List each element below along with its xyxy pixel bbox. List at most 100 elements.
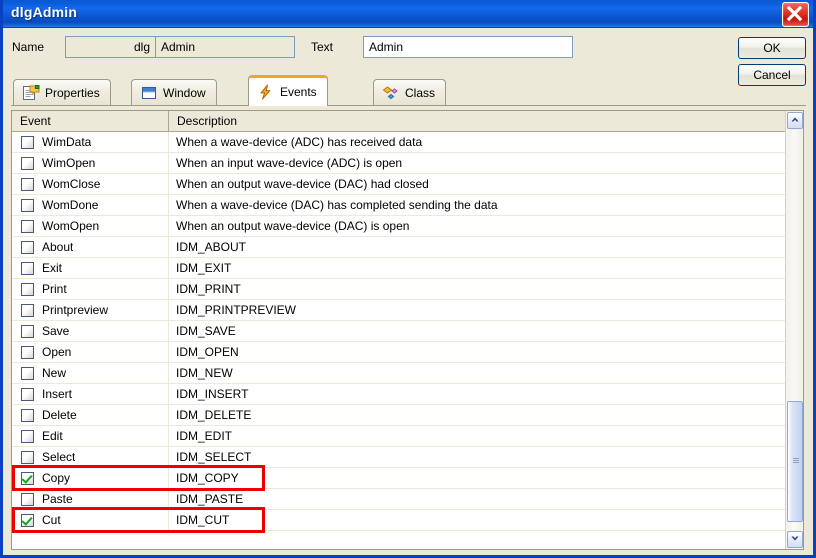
table-row[interactable]: WomDone When a wave-device (DAC) has comp… bbox=[12, 195, 785, 216]
ok-button[interactable]: OK bbox=[738, 37, 806, 59]
tab-window[interactable]: Window bbox=[131, 79, 217, 106]
checkbox-checked[interactable] bbox=[21, 513, 34, 527]
cell-event: WimOpen bbox=[12, 153, 169, 173]
list-column-headers: Event Description bbox=[12, 111, 785, 132]
name-field-group[interactable]: dlg Admin bbox=[65, 36, 295, 58]
cell-event: Cut bbox=[12, 510, 169, 530]
checkbox-unchecked[interactable] bbox=[21, 492, 34, 506]
table-row[interactable]: Exit IDM_EXIT bbox=[12, 258, 785, 279]
event-name-label: Printpreview bbox=[42, 303, 109, 317]
tab-properties[interactable]: Properties bbox=[13, 79, 111, 106]
event-name-label: New bbox=[42, 366, 67, 380]
event-name-label: WomOpen bbox=[42, 219, 100, 233]
table-row[interactable]: Delete IDM_DELETE bbox=[12, 405, 785, 426]
table-row[interactable]: Open IDM_OPEN bbox=[12, 342, 785, 363]
text-input[interactable]: Admin bbox=[363, 36, 573, 58]
cell-event: New bbox=[12, 363, 169, 383]
event-name-label: Save bbox=[42, 324, 70, 338]
table-row[interactable]: WimOpen When an input wave-device (ADC) i… bbox=[12, 153, 785, 174]
column-header-description[interactable]: Description bbox=[169, 111, 785, 131]
close-button[interactable] bbox=[782, 2, 809, 27]
table-row[interactable]: Edit IDM_EDIT bbox=[12, 426, 785, 447]
checkbox-unchecked[interactable] bbox=[21, 156, 34, 170]
checkbox-unchecked[interactable] bbox=[21, 387, 34, 401]
event-name-label: Edit bbox=[42, 429, 63, 443]
window-title: dlgAdmin bbox=[11, 4, 78, 20]
event-name-label: Paste bbox=[42, 492, 73, 506]
cell-description: When a wave-device (ADC) has received da… bbox=[176, 135, 423, 149]
event-name-label: Exit bbox=[42, 261, 63, 275]
checkbox-unchecked[interactable] bbox=[21, 429, 34, 443]
checkbox-checked[interactable] bbox=[21, 471, 34, 485]
checkbox-unchecked[interactable] bbox=[21, 345, 34, 359]
event-name-label: About bbox=[42, 240, 74, 254]
chevron-up-icon bbox=[791, 117, 799, 122]
table-row[interactable]: WomClose When an output wave-device (DAC)… bbox=[12, 174, 785, 195]
name-prefix-field[interactable]: dlg bbox=[66, 37, 156, 57]
name-input[interactable]: Admin bbox=[156, 37, 294, 57]
checkbox-unchecked[interactable] bbox=[21, 198, 34, 212]
cell-description: IDM_PRINT bbox=[176, 282, 241, 296]
table-row[interactable]: Print IDM_PRINT bbox=[12, 279, 785, 300]
cell-description: IDM_OPEN bbox=[176, 345, 239, 359]
table-row[interactable]: Cut IDM_CUT bbox=[12, 510, 785, 531]
cell-description: IDM_COPY bbox=[176, 471, 239, 485]
list-rows: WimData When a wave-device (ADC) has rece… bbox=[12, 132, 785, 549]
scroll-down-button[interactable] bbox=[787, 531, 803, 548]
tab-events[interactable]: Events bbox=[248, 75, 328, 106]
dialog-window: dlgAdmin Name dlg Admin Text Admin OK Ca… bbox=[0, 0, 816, 558]
close-x-icon bbox=[786, 5, 803, 22]
table-row[interactable]: Insert IDM_INSERT bbox=[12, 384, 785, 405]
checkbox-unchecked[interactable] bbox=[21, 450, 34, 464]
cell-description: IDM_NEW bbox=[176, 366, 233, 380]
event-name-label: WimData bbox=[42, 135, 92, 149]
events-list-viewport: Event Description WimData When a wave-dev… bbox=[12, 111, 785, 549]
checkbox-unchecked[interactable] bbox=[21, 324, 34, 338]
cell-description: IDM_PASTE bbox=[176, 492, 244, 506]
checkbox-unchecked[interactable] bbox=[21, 366, 34, 380]
cell-description: IDM_SAVE bbox=[176, 324, 236, 338]
checkbox-unchecked[interactable] bbox=[21, 408, 34, 422]
checkbox-unchecked[interactable] bbox=[21, 303, 34, 317]
tab-properties-label: Properties bbox=[45, 86, 100, 100]
field-row: Name dlg Admin Text Admin OK Cancel bbox=[3, 28, 813, 86]
scroll-up-button[interactable] bbox=[787, 112, 803, 129]
checkbox-unchecked[interactable] bbox=[21, 282, 34, 296]
checkbox-unchecked[interactable] bbox=[21, 240, 34, 254]
table-row[interactable]: Select IDM_SELECT bbox=[12, 447, 785, 468]
event-name-label: Delete bbox=[42, 408, 77, 422]
tab-class[interactable]: Class bbox=[373, 79, 447, 106]
table-row[interactable]: WomOpen When an output wave-device (DAC) … bbox=[12, 216, 785, 237]
vertical-scrollbar[interactable] bbox=[785, 111, 803, 549]
table-row[interactable]: Copy IDM_COPY bbox=[12, 468, 785, 489]
cell-description: IDM_DELETE bbox=[176, 408, 252, 422]
cell-event: Delete bbox=[12, 405, 169, 425]
checkbox-unchecked[interactable] bbox=[21, 219, 34, 233]
cell-event: Printpreview bbox=[12, 300, 169, 320]
event-name-label: Print bbox=[42, 282, 67, 296]
cell-description: When an output wave-device (DAC) is open bbox=[176, 219, 410, 233]
cell-event: About bbox=[12, 237, 169, 257]
cell-description: IDM_INSERT bbox=[176, 387, 249, 401]
cell-event: Open bbox=[12, 342, 169, 362]
cell-description: IDM_EXIT bbox=[176, 261, 232, 275]
cell-event: Paste bbox=[12, 489, 169, 509]
table-row[interactable]: Paste IDM_PASTE bbox=[12, 489, 785, 510]
cell-event: Edit bbox=[12, 426, 169, 446]
checkbox-unchecked[interactable] bbox=[21, 261, 34, 275]
event-name-label: WimOpen bbox=[42, 156, 96, 170]
table-row[interactable]: New IDM_NEW bbox=[12, 363, 785, 384]
column-header-event[interactable]: Event bbox=[12, 111, 169, 131]
cell-description: IDM_ABOUT bbox=[176, 240, 247, 254]
scrollbar-thumb[interactable] bbox=[787, 401, 803, 522]
table-row[interactable]: Printpreview IDM_PRINTPREVIEW bbox=[12, 300, 785, 321]
table-row[interactable]: About IDM_ABOUT bbox=[12, 237, 785, 258]
cell-description: IDM_PRINTPREVIEW bbox=[176, 303, 297, 317]
checkbox-unchecked[interactable] bbox=[21, 135, 34, 149]
table-row[interactable]: WimData When a wave-device (ADC) has rece… bbox=[12, 132, 785, 153]
checkbox-unchecked[interactable] bbox=[21, 177, 34, 191]
cell-description: When an output wave-device (DAC) had clo… bbox=[176, 177, 429, 191]
table-row[interactable]: Save IDM_SAVE bbox=[12, 321, 785, 342]
cell-event: Print bbox=[12, 279, 169, 299]
cell-event: WomClose bbox=[12, 174, 169, 194]
